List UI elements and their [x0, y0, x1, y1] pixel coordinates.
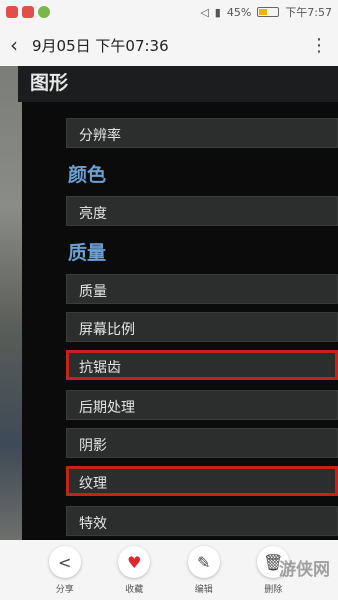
setting-row-aspect-ratio: 屏幕比例 [66, 312, 338, 342]
setting-row-post-processing: 后期处理 [66, 390, 338, 420]
setting-row-shadow: 阴影 [66, 428, 338, 458]
setting-label: 纹理 [79, 476, 107, 492]
setting-row-quality: 质量 [66, 274, 338, 304]
system-status: ◁ ▮ 45% 下午7:57 [200, 4, 332, 20]
setting-row-texture: 纹理 [66, 466, 338, 496]
battery-percent: 45% [226, 5, 252, 19]
setting-row-resolution: 分辨率 [66, 118, 338, 148]
clock: 下午7:57 [285, 6, 332, 19]
category-color: 颜色 [68, 164, 107, 186]
battery-icon [257, 7, 280, 17]
header: ‹ 9月05日 下午07:36 ⋮ [0, 24, 338, 66]
setting-row-antialiasing: 抗锯齿 [66, 350, 338, 380]
setting-label: 屏幕比例 [79, 322, 135, 338]
favorite-label: 收藏 [125, 585, 144, 595]
setting-row-effects: 特效 [66, 506, 338, 536]
category-quality: 质量 [68, 242, 107, 264]
character-photo [0, 66, 22, 540]
heart-icon: ♥ [118, 546, 151, 578]
watermark: 游侠网 [279, 560, 330, 580]
favorite-button[interactable]: ♥ 收藏 [112, 546, 156, 600]
section-title: 图形 [30, 72, 69, 94]
edit-icon: ✎ [187, 546, 220, 578]
app-notification-icon [38, 6, 50, 18]
share-button[interactable]: < 分享 [43, 546, 87, 600]
mute-icon: ◁ [200, 5, 209, 19]
setting-label: 后期处理 [79, 400, 135, 416]
back-icon[interactable]: ‹ [10, 33, 32, 57]
setting-label: 分辨率 [79, 128, 121, 144]
screenshot-image: 图形 分辨率 颜色 亮度 质量 质量 屏幕比例 抗锯齿 后期处理 阴影 纹理 特… [0, 66, 338, 540]
notification-icons [6, 6, 50, 18]
share-icon: < [48, 546, 81, 578]
page-title: 9月05日 下午07:36 [32, 36, 169, 55]
signal-icon: ▮ [214, 5, 221, 19]
status-bar: ◁ ▮ 45% 下午7:57 [0, 0, 338, 24]
edit-button[interactable]: ✎ 编辑 [182, 546, 226, 600]
setting-label: 阴影 [79, 438, 107, 454]
edit-label: 编辑 [194, 585, 213, 595]
delete-label: 删除 [264, 585, 283, 595]
setting-row-brightness: 亮度 [66, 196, 338, 226]
app-notification-icon [6, 6, 18, 18]
setting-label: 抗锯齿 [79, 360, 121, 376]
setting-label: 亮度 [79, 206, 107, 222]
share-label: 分享 [55, 585, 74, 595]
setting-label: 质量 [79, 284, 107, 300]
setting-label: 特效 [79, 516, 107, 532]
app-notification-icon [22, 6, 34, 18]
more-icon[interactable]: ⋮ [310, 35, 328, 56]
